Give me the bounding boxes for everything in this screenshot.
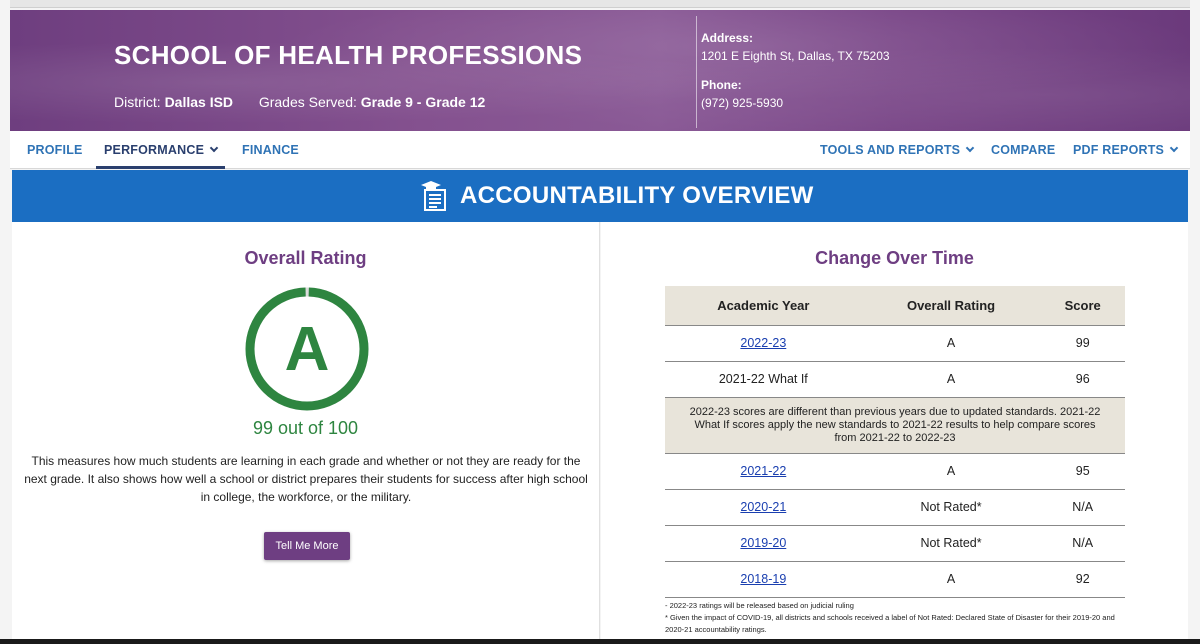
table-row: 2021-22 A 95 xyxy=(665,453,1125,490)
year-link[interactable]: 2021-22 xyxy=(740,464,786,478)
address-label: Address: xyxy=(701,31,754,45)
main-nav: PROFILE PERFORMANCE FINANCE TOOLS AND RE… xyxy=(10,131,1190,169)
table-row: 2022-23 A 99 xyxy=(665,325,1125,362)
district-name: Dallas ISD xyxy=(164,94,234,110)
year-link[interactable]: 2020-21 xyxy=(740,500,786,514)
year-link[interactable]: 2022-23 xyxy=(740,336,786,350)
year-link[interactable]: 2019-20 xyxy=(740,536,786,550)
table-row: 2020-21 Not Rated* N/A xyxy=(665,489,1125,526)
col-score: Score xyxy=(1040,286,1125,326)
grades-label: Grades Served: xyxy=(258,94,357,110)
score-cell: N/A xyxy=(1040,525,1125,562)
chevron-down-icon xyxy=(209,143,219,153)
grade-letter: A xyxy=(285,315,330,384)
nav-performance[interactable]: PERFORMANCE xyxy=(96,131,226,169)
change-over-time-panel: Change Over Time Academic Year Overall R… xyxy=(601,222,1188,644)
nav-tools-and-reports[interactable]: TOOLS AND REPORTS xyxy=(820,131,975,169)
phone-value: (972) 925-5930 xyxy=(701,96,784,110)
district-label: District: xyxy=(114,94,161,110)
col-academic-year: Academic Year xyxy=(665,286,862,326)
bottom-edge xyxy=(0,639,1200,644)
top-strip xyxy=(10,0,1190,8)
school-name: SCHOOL OF HEALTH PROFESSIONS xyxy=(114,40,583,70)
overall-rating-panel: Overall Rating A 99 out of 100 This meas… xyxy=(12,222,600,644)
rating-cell: A xyxy=(861,453,1041,490)
nav-finance[interactable]: FINANCE xyxy=(242,131,299,169)
score-cell: 99 xyxy=(1040,325,1125,362)
col-overall-rating: Overall Rating xyxy=(861,286,1041,326)
school-banner: SCHOOL OF HEALTH PROFESSIONS District: D… xyxy=(10,10,1190,131)
change-over-time-heading: Change Over Time xyxy=(815,248,974,268)
address-block: Address: 1201 E Eighth St, Dallas, TX 75… xyxy=(701,31,890,63)
rating-cell: Not Rated* xyxy=(861,489,1041,526)
chevron-down-icon xyxy=(965,143,975,153)
accountability-icon xyxy=(421,181,446,211)
school-meta: District: Dallas ISD Grades Served: Grad… xyxy=(114,94,485,110)
section-header: ACCOUNTABILITY OVERVIEW xyxy=(12,170,1188,222)
section-title: ACCOUNTABILITY OVERVIEW xyxy=(460,182,814,209)
standards-note: 2022-23 scores are different than previo… xyxy=(665,397,1125,454)
grade-ring: A xyxy=(245,287,369,411)
phone-label: Phone: xyxy=(701,78,742,92)
overall-rating-heading: Overall Rating xyxy=(244,248,367,268)
rating-description: This measures how much students are lear… xyxy=(24,454,588,504)
tell-me-more-button[interactable]: Tell Me More xyxy=(264,532,350,560)
note-row: 2022-23 scores are different than previo… xyxy=(665,397,1125,454)
rating-cell: Not Rated* xyxy=(861,525,1041,562)
table-row: 2019-20 Not Rated* N/A xyxy=(665,525,1125,562)
change-over-time-table: Academic Year Overall Rating Score 2022-… xyxy=(665,286,1125,598)
footnotes: - 2022-23 ratings will be released based… xyxy=(665,600,1135,636)
rating-cell: A xyxy=(861,561,1041,598)
year-link[interactable]: 2018-19 xyxy=(740,572,786,586)
rating-cell: A xyxy=(861,361,1041,398)
score-text: 99 out of 100 xyxy=(252,418,359,438)
year-cell: 2021-22 What If xyxy=(665,361,862,398)
table-row: 2021-22 What If A 96 xyxy=(665,361,1125,398)
nav-pdf-reports[interactable]: PDF REPORTS xyxy=(1073,131,1179,169)
phone-block: Phone: (972) 925-5930 xyxy=(701,78,783,110)
rating-cell: A xyxy=(861,325,1041,362)
page-frame: SCHOOL OF HEALTH PROFESSIONS District: D… xyxy=(0,0,1200,644)
footnote-judicial: - 2022-23 ratings will be released based… xyxy=(665,601,854,610)
score-cell: 92 xyxy=(1040,561,1125,598)
footnote-covid: * Given the impact of COVID-19, all dist… xyxy=(665,613,1115,634)
nav-compare[interactable]: COMPARE xyxy=(991,131,1055,169)
score-cell: N/A xyxy=(1040,489,1125,526)
address-value: 1201 E Eighth St, Dallas, TX 75203 xyxy=(701,49,890,63)
chevron-down-icon xyxy=(1169,143,1179,153)
score-cell: 95 xyxy=(1040,453,1125,490)
score-cell: 96 xyxy=(1040,361,1125,398)
banner-divider xyxy=(696,16,697,128)
table-row: 2018-19 A 92 xyxy=(665,561,1125,598)
nav-profile[interactable]: PROFILE xyxy=(27,131,83,169)
grades-served: Grade 9 - Grade 12 xyxy=(360,94,486,110)
